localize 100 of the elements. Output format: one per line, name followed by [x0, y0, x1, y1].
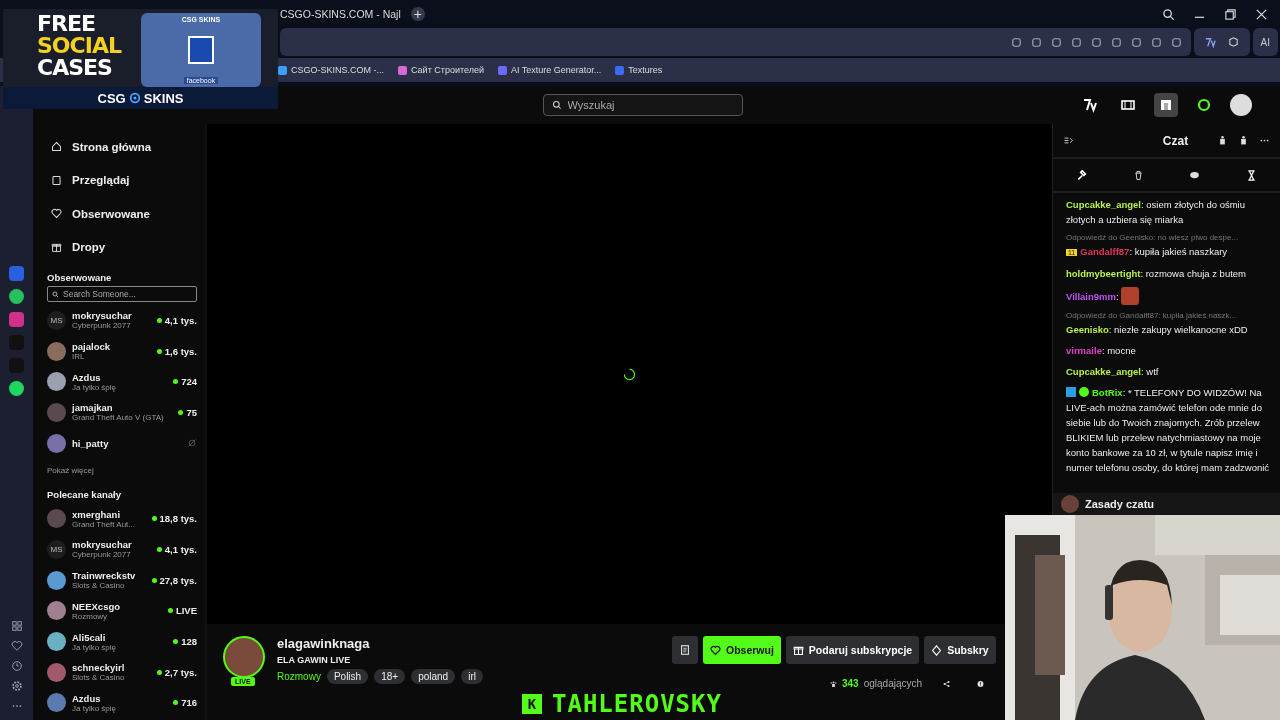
- channel-item[interactable]: hi_patty: [47, 427, 197, 459]
- chat-rules[interactable]: Zasady czatu: [1085, 498, 1155, 510]
- channel-category: Rozmowy: [72, 611, 108, 621]
- viewer-count: 4,1 tys.: [164, 543, 197, 555]
- nav-item[interactable]: Strona główna: [47, 130, 197, 164]
- gift-subs-button[interactable]: Podaruj subskrypcje: [785, 636, 920, 664]
- channel-avatar: [47, 662, 66, 682]
- info-icon[interactable]: [977, 678, 984, 689]
- search-field[interactable]: Wyszukaj: [542, 94, 743, 116]
- bookmark[interactable]: Textures: [615, 65, 663, 75]
- heart-icon[interactable]: [10, 640, 23, 652]
- new-tab-button[interactable]: +: [410, 7, 425, 21]
- channel-avatar: MS: [47, 539, 66, 559]
- channel-item[interactable]: Trainwreckstv Slots & Casino 27,8 tys.: [47, 564, 197, 596]
- close-icon[interactable]: [1255, 7, 1268, 21]
- hammer-icon[interactable]: [1075, 169, 1087, 181]
- cube-icon[interactable]: [1226, 35, 1240, 49]
- channel-category: Grand Theft Aut...: [72, 519, 136, 529]
- diamond-icon: [931, 644, 943, 656]
- channel-item[interactable]: jamajkan Grand Theft Auto V (GTA) 75: [47, 397, 197, 428]
- notes-button[interactable]: [672, 636, 698, 664]
- channel-name: NEEXcsgo: [72, 600, 122, 612]
- nav-item[interactable]: Obserwowane: [47, 197, 197, 231]
- channel-name[interactable]: elagawinknaga: [277, 636, 483, 651]
- viewer-count: 75: [186, 406, 197, 418]
- tag[interactable]: irl: [461, 669, 483, 684]
- toolbar-icon[interactable]: [1029, 35, 1043, 49]
- nav-item[interactable]: Przeglądaj: [47, 163, 197, 197]
- ai-button[interactable]: AI: [1252, 28, 1278, 56]
- section-title: Polecane kanały: [47, 489, 122, 501]
- toolbar-icon[interactable]: [1009, 35, 1023, 49]
- bookmark[interactable]: AI Texture Generator...: [497, 65, 602, 75]
- channel-name: hi_patty: [72, 437, 110, 449]
- toolbar-icon[interactable]: [1109, 35, 1123, 49]
- channel-name: pajalock: [72, 341, 112, 353]
- browser-tab[interactable]: CSGO-SKINS.COM - Najl: [276, 8, 405, 20]
- channel-category: Slots & Casino: [72, 581, 126, 591]
- show-more-link[interactable]: Pokaż więcej: [47, 466, 197, 476]
- spotify-icon[interactable]: [9, 381, 24, 396]
- layout-icon[interactable]: [1154, 93, 1178, 117]
- tag[interactable]: 18+: [374, 669, 406, 684]
- subscribe-button[interactable]: Subskry: [924, 636, 996, 664]
- chat-message: BotRix: * TELEFONY DO WIDZÓW! Na LIVE-ach można zamówić telefon ode mnie do siebie lub do Twoich znajomych. Zrób przelew BLIKIEM lub przelew natychmiastowy na moje konto bankowe za 10 zł, w tytule napisz imię i numer telefonu osoby, do której mam zadzwonić: [1066, 386, 1270, 475]
- chat-bubble-icon[interactable]: [1189, 169, 1201, 181]
- hourglass-icon[interactable]: [1246, 169, 1258, 181]
- channel-category: Ja tylko śpię: [72, 642, 118, 652]
- channel-name: xmerghani: [72, 508, 122, 520]
- clock-icon[interactable]: [10, 660, 23, 672]
- share-icon[interactable]: [943, 678, 951, 689]
- collapse-icon[interactable]: [1063, 135, 1074, 146]
- card-icon: [51, 174, 62, 186]
- tag[interactable]: Polish: [326, 669, 369, 684]
- toolbar-icon[interactable]: [1089, 35, 1103, 49]
- whatsapp-icon[interactable]: [9, 289, 24, 304]
- channel-avatar: [47, 509, 66, 529]
- grid-icon[interactable]: [10, 620, 23, 632]
- search-icon[interactable]: [1162, 7, 1175, 21]
- user-avatar[interactable]: [1230, 94, 1252, 116]
- bookmark[interactable]: Сайт Строителей: [398, 65, 484, 75]
- users-icon[interactable]: [1238, 135, 1249, 146]
- chat-message: Cupcakke_angel: wtf: [1066, 365, 1160, 379]
- channel-item[interactable]: Azdus Ja tylko śpię 724: [47, 366, 197, 398]
- channel-name: jamajkan: [72, 402, 114, 414]
- viewer-count: 128: [181, 636, 197, 648]
- category-link[interactable]: Rozmowy: [277, 671, 321, 682]
- trash-icon[interactable]: [1132, 169, 1144, 181]
- streamer-name: TAHLEROVSKY: [552, 692, 722, 716]
- users-icon[interactable]: [1217, 135, 1228, 146]
- toolbar-icon[interactable]: [1129, 35, 1143, 49]
- viewer-count: 724: [181, 376, 197, 388]
- bookmark[interactable]: CSGO-SKINS.COM -...: [278, 65, 384, 75]
- settings-icon[interactable]: [10, 680, 23, 692]
- restore-icon[interactable]: [1224, 7, 1237, 21]
- chat-message: holdmybeertight: rozmowa chuja z butem: [1066, 267, 1248, 281]
- follow-button[interactable]: Obserwuj: [703, 636, 781, 664]
- tag[interactable]: poland: [411, 669, 456, 684]
- channel-item[interactable]: NEEXcsgo Rozmowy LIVE: [47, 595, 197, 627]
- channel-item[interactable]: pajalock IRL 1,6 tys.: [47, 335, 197, 367]
- viewer-count: 343: [842, 678, 859, 689]
- streamer-avatar[interactable]: [223, 636, 265, 678]
- viewer-count: 27,8 tys.: [159, 574, 197, 586]
- instagram-icon[interactable]: [9, 312, 24, 327]
- toolbar-icon[interactable]: [1149, 35, 1163, 49]
- viewer-count: 716: [181, 697, 197, 709]
- channel-item[interactable]: Azdus Ja tylko śpię 716: [47, 687, 197, 719]
- channel-avatar: [47, 693, 66, 713]
- search-field[interactable]: Search Someone...: [47, 286, 197, 302]
- channel-category: Cyberpunk 2077: [72, 321, 132, 331]
- channel-item[interactable]: schneckyirl Slots & Casino 2,7 tys.: [47, 656, 197, 688]
- toolbar-icon[interactable]: [1169, 35, 1183, 49]
- channel-name: Azdus: [72, 371, 102, 383]
- ad-brand: CSG: [97, 90, 126, 106]
- nav-item[interactable]: Dropy: [47, 230, 197, 264]
- channel-category: Cyberpunk 2077: [72, 550, 132, 560]
- channel-name: Trainwreckstv: [72, 570, 137, 582]
- kick-logo-icon: K: [522, 694, 542, 714]
- toolbar-icon[interactable]: [1049, 35, 1063, 49]
- channel-item[interactable]: xmerghani Grand Theft Aut... 18,8 tys.: [47, 503, 197, 535]
- toolbar-icon[interactable]: [1069, 35, 1083, 49]
- channel-item[interactable]: Ali5cali Ja tylko śpię 128: [47, 626, 197, 657]
